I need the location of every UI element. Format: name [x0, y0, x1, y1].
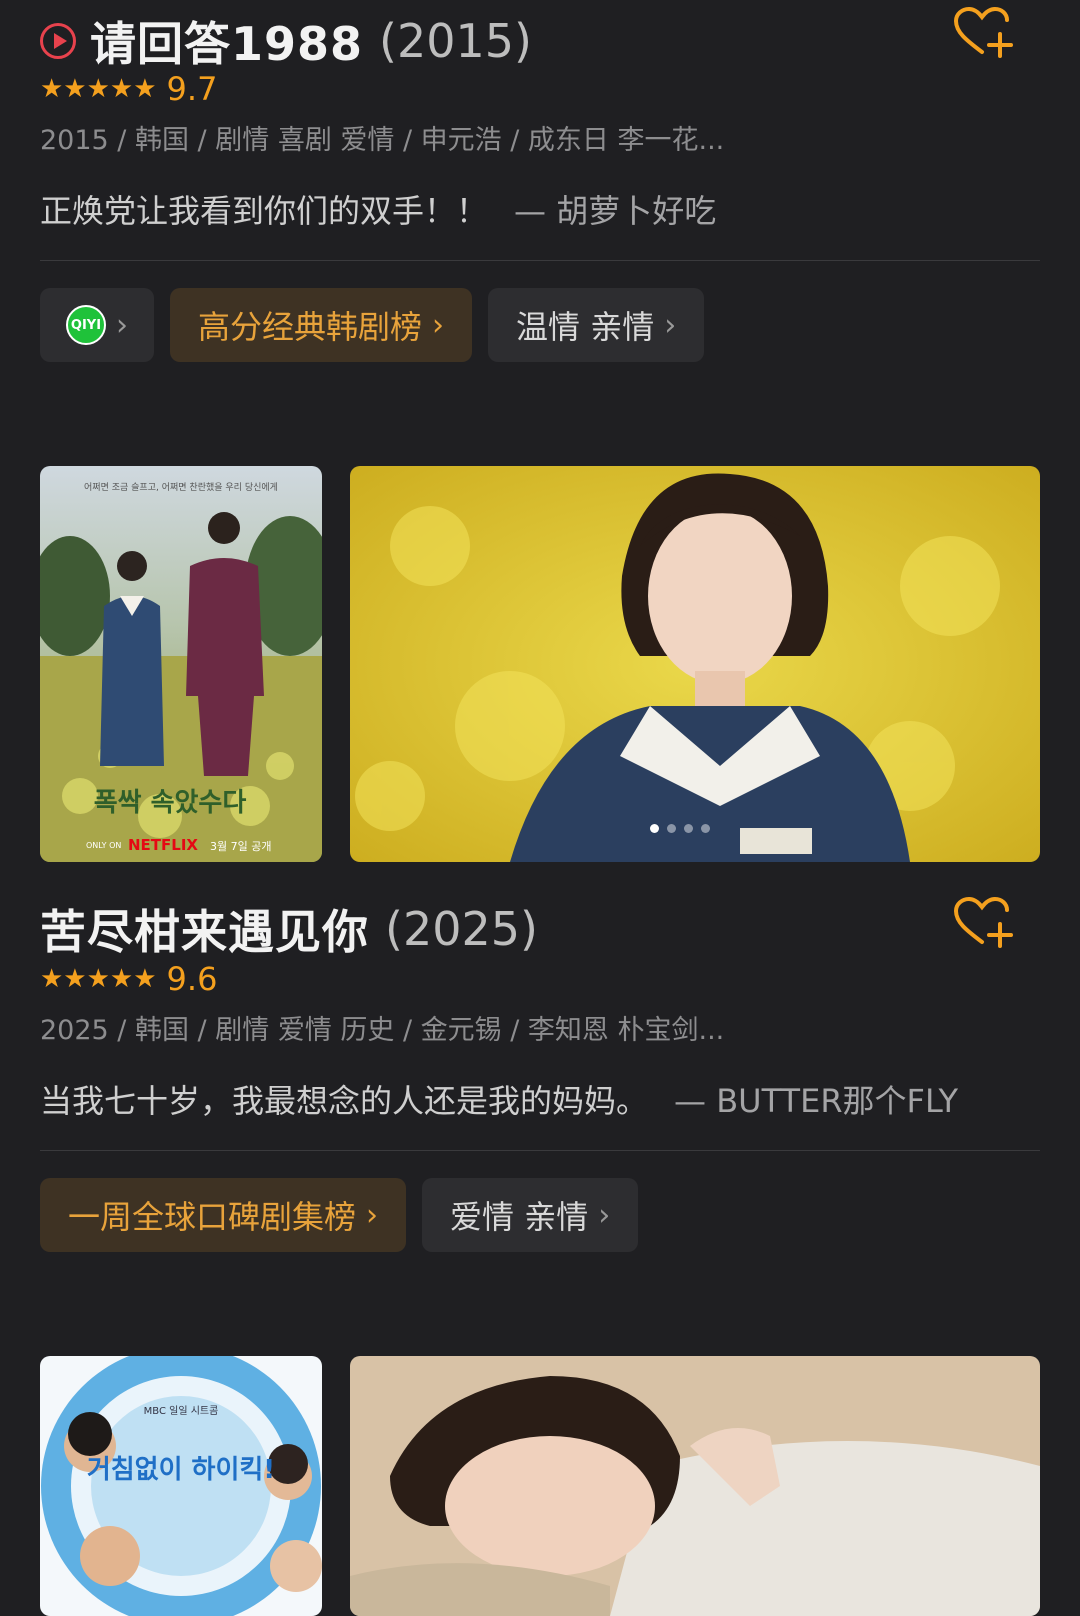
poster3-brand: MBC 일일 시트콤	[144, 1405, 219, 1417]
item2-score: 9.6	[166, 960, 218, 998]
tag-chip[interactable]: 温情 亲情 ›	[488, 288, 705, 362]
star-icon: ★★★★★	[40, 964, 157, 994]
item2-still-image[interactable]	[350, 466, 1040, 862]
netflix-logo: NETFLIX	[128, 836, 198, 854]
heart-plus-icon[interactable]	[952, 6, 1016, 62]
item1-year: (2015)	[379, 14, 532, 68]
item1-quote[interactable]: 正焕党让我看到你们的双手！！ — 胡萝卜好吃	[40, 186, 716, 232]
ranking-chip-label: 一周全球口碑剧集榜	[68, 1198, 357, 1236]
heart-plus-icon[interactable]	[952, 896, 1016, 952]
ranking-chip[interactable]: 高分经典韩剧榜 ›	[170, 288, 473, 362]
carousel-dot[interactable]	[650, 824, 659, 833]
carousel-dot[interactable]	[684, 824, 693, 833]
item2-poster[interactable]: 어쩌면 조금 슬프고, 어쩌면 찬란했을 우리 당신에게 폭싹 속았수다 ONL…	[40, 466, 322, 862]
item2-rating: ★★★★★ 9.6	[40, 960, 217, 998]
item2-chip-row: 一周全球口碑剧集榜 › 爱情 亲情 ›	[40, 1178, 639, 1252]
item1-score: 9.7	[166, 70, 218, 108]
poster3-title-kr: 거침없이 하이킥!	[87, 1455, 275, 1485]
item1-title[interactable]: 请回答1988	[90, 8, 363, 74]
chevron-right-icon: ›	[664, 307, 677, 343]
divider	[40, 1150, 1040, 1151]
ranking-chip[interactable]: 一周全球口碑剧集榜 ›	[40, 1178, 407, 1252]
divider	[40, 260, 1040, 261]
item1-title-row[interactable]: 请回答1988 (2015)	[40, 8, 532, 74]
item2-meta: 2025 / 韩国 / 剧情 爱情 历史 / 金元锡 / 李知恩 朴宝剑...	[40, 1015, 725, 1046]
item1-meta: 2015 / 韩国 / 剧情 喜剧 爱情 / 申元浩 / 成东日 李一花...	[40, 125, 725, 156]
iqiyi-logo-icon: QIYI	[66, 305, 106, 345]
poster-title-kr: 폭싹 속았수다	[94, 788, 247, 818]
platform-chip[interactable]: QIYI ›	[40, 288, 154, 362]
play-circle-icon[interactable]	[40, 23, 76, 59]
chevron-right-icon: ›	[366, 1197, 379, 1233]
item3-poster[interactable]: MBC 일일 시트콤 거침없이 하이킥!	[40, 1356, 322, 1616]
tag-chip[interactable]: 爱情 亲情 ›	[422, 1178, 639, 1252]
ranking-chip-label: 高分经典韩剧榜	[198, 308, 423, 346]
item1-quote-text: 正焕党让我看到你们的双手！！	[40, 192, 489, 230]
star-icon: ★★★★★	[40, 74, 157, 104]
poster-top-text: 어쩌면 조금 슬프고, 어쩌면 찬란했을 우리 당신에게	[84, 481, 278, 493]
item1-chip-row: QIYI › 高分经典韩剧榜 › 温情 亲情 ›	[40, 288, 705, 362]
item2-quote[interactable]: 当我七十岁，我最想念的人还是我的妈妈。 — BUTTER那个FLY	[40, 1076, 958, 1122]
carousel-dot[interactable]	[667, 824, 676, 833]
item1-rating: ★★★★★ 9.7	[40, 70, 217, 108]
item2-title-row[interactable]: 苦尽柑来遇见你 (2025)	[40, 896, 538, 962]
poster-only-on: ONLY ON	[86, 841, 121, 850]
tag-chip-label: 温情 亲情	[516, 308, 655, 346]
chevron-right-icon: ›	[432, 307, 445, 343]
item2-quote-text: 当我七十岁，我最想念的人还是我的妈妈。	[40, 1082, 649, 1120]
item1-quote-author: — 胡萝卜好吃	[514, 192, 717, 230]
item2-year: (2025)	[385, 902, 538, 956]
chevron-right-icon: ›	[116, 307, 128, 343]
chevron-right-icon: ›	[598, 1197, 611, 1233]
carousel-dot[interactable]	[701, 824, 710, 833]
item2-title[interactable]: 苦尽柑来遇见你	[40, 896, 369, 962]
poster-date: 3월 7일 공개	[210, 839, 271, 853]
tag-chip-label: 爱情 亲情	[450, 1198, 589, 1236]
item2-quote-author: — BUTTER那个FLY	[674, 1082, 959, 1120]
carousel-dots[interactable]	[650, 824, 710, 833]
item3-still-image[interactable]	[350, 1356, 1040, 1616]
